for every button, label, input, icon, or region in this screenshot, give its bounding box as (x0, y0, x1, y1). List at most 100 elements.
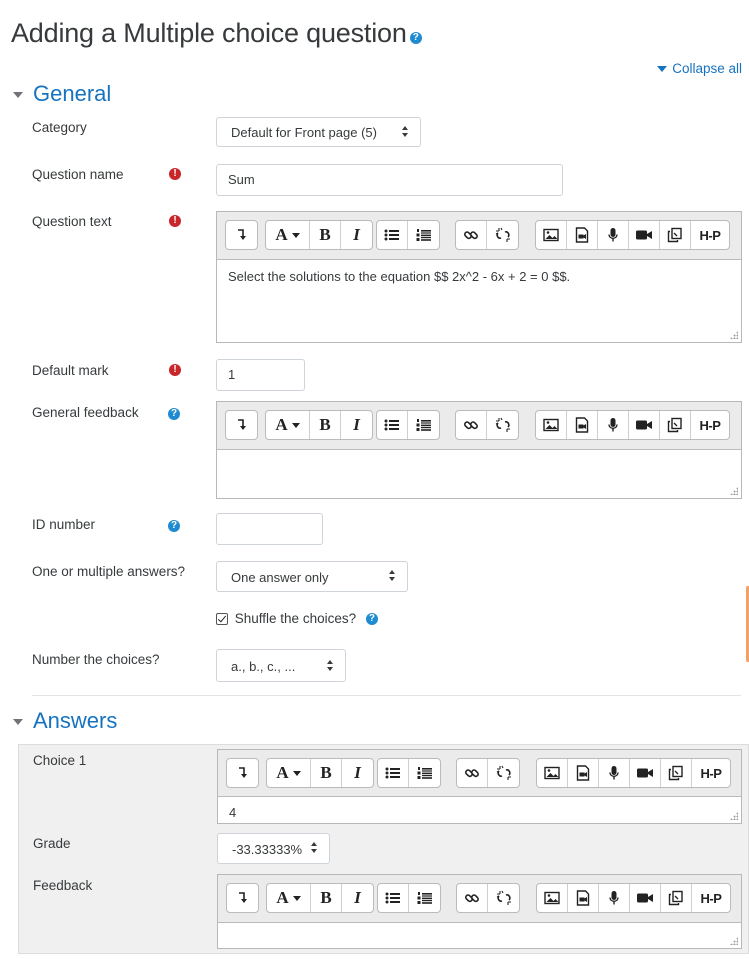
media-icon (576, 890, 590, 906)
ordered-list-icon (416, 228, 432, 242)
record-audio-button[interactable] (599, 759, 630, 787)
ordered-list-button[interactable] (409, 884, 440, 912)
toolbar-group: AB I (265, 220, 373, 250)
italic-button[interactable]: I (342, 759, 373, 787)
help-icon[interactable]: ? (168, 408, 180, 420)
image-button[interactable] (536, 411, 567, 439)
show-more-buttons-button[interactable] (227, 884, 258, 912)
media-button[interactable] (568, 759, 599, 787)
shuffle-checkbox[interactable] (216, 613, 228, 626)
media-button[interactable] (568, 884, 599, 912)
h5p-button[interactable]: H-P (692, 759, 730, 787)
show-more-buttons-button[interactable] (226, 411, 257, 439)
unlink-icon (496, 765, 512, 781)
record-audio-icon (608, 765, 620, 781)
unordered-list-button[interactable] (377, 411, 408, 439)
general-feedback-editor[interactable]: A B I H-P (216, 401, 742, 499)
link-button[interactable] (457, 884, 488, 912)
link-button[interactable] (456, 221, 487, 249)
bold-button[interactable]: B (310, 221, 341, 249)
image-button[interactable] (537, 759, 568, 787)
manage-files-button[interactable] (660, 411, 691, 439)
unordered-list-button[interactable] (378, 884, 409, 912)
link-button[interactable] (457, 759, 488, 787)
font-color-button[interactable]: A (266, 411, 310, 439)
h5p-button[interactable]: H-P (691, 221, 729, 249)
bold-button[interactable]: B (310, 411, 341, 439)
ordered-list-button[interactable] (409, 759, 440, 787)
record-audio-button[interactable] (598, 411, 629, 439)
question-text-content[interactable]: Select the solutions to the equation $$ … (217, 259, 741, 342)
media-button[interactable] (567, 221, 598, 249)
feedback-content[interactable] (218, 922, 741, 948)
unlink-button[interactable] (488, 884, 519, 912)
media-button[interactable] (567, 411, 598, 439)
show-more-buttons-button[interactable] (226, 221, 257, 249)
section-general-header[interactable]: General (13, 81, 111, 107)
general-feedback-content[interactable] (217, 449, 741, 498)
unlink-button[interactable] (488, 759, 519, 787)
record-video-button[interactable] (629, 221, 660, 249)
record-video-button[interactable] (629, 411, 660, 439)
resize-handle[interactable] (730, 812, 738, 820)
one-or-multiple-select[interactable]: One answer only (216, 561, 408, 592)
feedback-editor[interactable]: A B I H-P (217, 874, 742, 949)
unordered-list-icon (384, 228, 400, 242)
ordered-list-button[interactable] (408, 411, 439, 439)
toolbar-group (456, 883, 520, 913)
ordered-list-icon (417, 891, 433, 905)
record-video-button[interactable] (630, 884, 661, 912)
help-icon[interactable]: ? (365, 613, 378, 626)
record-audio-button[interactable] (598, 221, 629, 249)
number-choices-select[interactable]: a., b., c., ... (216, 649, 346, 682)
record-audio-button[interactable] (599, 884, 630, 912)
ordered-list-button[interactable] (408, 221, 439, 249)
bold-button[interactable]: B (311, 759, 342, 787)
h5p-button[interactable]: H-P (692, 884, 730, 912)
choice1-editor[interactable]: A B I H-P 4 (217, 749, 742, 824)
italic-icon: I (354, 888, 361, 907)
manage-files-button[interactable] (661, 759, 692, 787)
resize-handle[interactable] (730, 331, 738, 339)
show-more-buttons-icon (236, 891, 250, 905)
image-icon (544, 891, 560, 905)
bold-button[interactable]: B (311, 884, 342, 912)
italic-button[interactable]: I (342, 884, 373, 912)
manage-files-button[interactable] (661, 884, 692, 912)
question-text-editor[interactable]: A B I H-P Select the solutions to the equat… (216, 211, 742, 343)
collapse-all-link[interactable]: Collapse all (657, 61, 742, 76)
image-button[interactable] (537, 884, 568, 912)
font-color-button[interactable]: A (266, 221, 310, 249)
select-arrows-icon (327, 660, 335, 672)
toolbar-group (455, 410, 519, 440)
grade-select[interactable]: -33.33333% (217, 833, 330, 864)
unordered-list-button[interactable] (377, 221, 408, 249)
image-button[interactable] (536, 221, 567, 249)
italic-button[interactable]: I (341, 411, 372, 439)
font-color-button[interactable]: A (267, 884, 311, 912)
italic-button[interactable]: I (341, 221, 372, 249)
help-icon[interactable]: ? (409, 31, 422, 44)
font-color-icon: A (275, 225, 300, 245)
h5p-icon: H-P (700, 890, 722, 906)
unlink-button[interactable] (487, 411, 518, 439)
image-icon (543, 228, 559, 242)
font-color-button[interactable]: A (267, 759, 311, 787)
default-mark-input[interactable]: 1 (216, 359, 305, 391)
category-select[interactable]: Default for Front page (5) (216, 117, 421, 147)
record-video-button[interactable] (630, 759, 661, 787)
h5p-button[interactable]: H-P (691, 411, 729, 439)
section-answers-header[interactable]: Answers (13, 708, 117, 734)
resize-handle[interactable] (730, 487, 738, 495)
one-or-multiple-label: One or multiple answers? (32, 564, 186, 579)
unordered-list-button[interactable] (378, 759, 409, 787)
resize-handle[interactable] (730, 937, 738, 945)
show-more-buttons-button[interactable] (227, 759, 258, 787)
unlink-button[interactable] (487, 221, 518, 249)
help-icon[interactable]: ? (168, 520, 180, 532)
question-name-input[interactable]: Sum (216, 164, 563, 196)
manage-files-button[interactable] (660, 221, 691, 249)
choice1-content[interactable]: 4 (218, 796, 741, 823)
link-button[interactable] (456, 411, 487, 439)
id-number-input[interactable] (216, 513, 323, 545)
